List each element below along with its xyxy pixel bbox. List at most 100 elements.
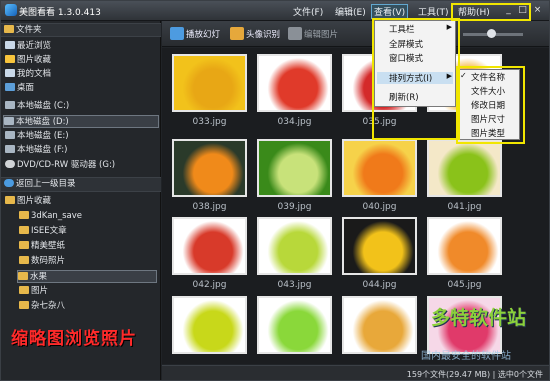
close-button[interactable]: × bbox=[532, 5, 543, 16]
drive-icon bbox=[5, 101, 15, 109]
thumbnail[interactable] bbox=[257, 139, 332, 197]
tree-item-isee[interactable]: ISEE文章 bbox=[19, 225, 67, 238]
thumbnail-label: 044.jpg bbox=[362, 280, 397, 290]
menu-file[interactable]: 文件(F) bbox=[293, 5, 323, 18]
sidebar-item-label: 本地磁盘 (C:) bbox=[17, 101, 70, 111]
sidebar-item-documents[interactable]: 我的文档 bbox=[5, 68, 51, 81]
fruit-photo bbox=[344, 219, 415, 273]
thumbnail[interactable] bbox=[342, 217, 417, 275]
tree-item-fruit[interactable]: 水果 bbox=[17, 270, 157, 283]
menu-edit[interactable]: 编辑(E) bbox=[335, 5, 366, 18]
thumbnail-label: 039.jpg bbox=[277, 202, 312, 212]
fruit-photo bbox=[174, 141, 245, 195]
sidebar-item-label: 图片收藏 bbox=[17, 55, 52, 65]
thumbnail[interactable] bbox=[257, 217, 332, 275]
star-icon bbox=[5, 55, 15, 63]
sidebar-item-favorites[interactable]: 图片收藏 bbox=[5, 54, 51, 67]
thumbnail[interactable] bbox=[427, 217, 502, 275]
tree-item-label: 杂七杂八 bbox=[31, 301, 66, 311]
status-bar: 159个文件(29.47 MB) | 选中0个文件 bbox=[162, 365, 549, 380]
tree-item-label: 水果 bbox=[30, 272, 48, 282]
sidebar-item-label: 本地磁盘 (D:) bbox=[16, 117, 69, 127]
sidebar-item-label: 本地磁盘 (F:) bbox=[17, 145, 68, 155]
zoom-slider-thumb[interactable] bbox=[487, 29, 496, 38]
tree-item-photos[interactable]: 数码照片 bbox=[19, 255, 65, 268]
face-icon bbox=[230, 27, 244, 40]
drive-icon bbox=[5, 131, 15, 139]
status-text: 159个文件(29.47 MB) | 选中0个文件 bbox=[406, 370, 543, 379]
slideshow-label: 播放幻灯 bbox=[186, 30, 221, 40]
menu-view[interactable]: 查看(V) bbox=[371, 4, 409, 19]
tree-item-3dkan[interactable]: 3dKan_save bbox=[19, 210, 82, 223]
sidebar-item-label: 我的文档 bbox=[17, 69, 52, 79]
up-directory-bar[interactable]: 返回上一级目录 bbox=[1, 177, 161, 192]
tree-item-favorites[interactable]: 图片收藏 bbox=[5, 195, 51, 208]
fruit-photo bbox=[344, 141, 415, 195]
caption-overlay: 缩略图浏览照片 bbox=[11, 329, 137, 349]
watermark-logo: 多特软件站 bbox=[431, 307, 527, 329]
fruit-photo bbox=[344, 298, 415, 352]
slideshow-icon bbox=[170, 27, 184, 40]
tree-item-label: 图片收藏 bbox=[17, 196, 52, 206]
sidebar-item-drive-c[interactable]: 本地磁盘 (C:) bbox=[5, 100, 69, 113]
highlight-box-submenu bbox=[456, 66, 525, 144]
tree-item-label: 数码照片 bbox=[31, 256, 66, 266]
folder-icon bbox=[19, 226, 29, 234]
folder-icon bbox=[4, 25, 14, 33]
folder-icon bbox=[19, 301, 29, 309]
sidebar-item-drive-d[interactable]: 本地磁盘 (D:) bbox=[3, 115, 159, 128]
tree-item-images[interactable]: 图片 bbox=[19, 285, 48, 298]
app-window: 美图看看 1.3.0.413 文件(F) 编辑(E) 查看(V) 工具(T) 帮… bbox=[0, 0, 550, 381]
thumbnail[interactable] bbox=[257, 296, 332, 354]
thumbnail-label: 042.jpg bbox=[192, 280, 227, 290]
dvd-icon bbox=[5, 160, 15, 168]
sidebar-item-label: 本地磁盘 (E:) bbox=[17, 131, 69, 141]
folder-icon bbox=[19, 211, 29, 219]
thumbnail-label: 040.jpg bbox=[362, 202, 397, 212]
tree-item-wallpaper[interactable]: 精美壁纸 bbox=[19, 240, 65, 253]
sidebar-item-recent[interactable]: 最近浏览 bbox=[5, 40, 51, 53]
back-arrow-icon bbox=[4, 179, 14, 187]
sidebar-item-label: 桌面 bbox=[17, 83, 35, 93]
edit-icon bbox=[288, 27, 302, 40]
desktop-icon bbox=[5, 83, 15, 91]
face-detect-button[interactable]: 头像识别 bbox=[230, 27, 280, 40]
fruit-photo bbox=[174, 219, 245, 273]
folder-panel-header: 文件夹 bbox=[1, 23, 161, 37]
up-directory-button[interactable]: 返回上一级目录 bbox=[4, 178, 76, 191]
app-title: 美图看看 1.3.0.413 bbox=[19, 8, 101, 18]
thumbnail[interactable] bbox=[342, 296, 417, 354]
sidebar-item-drive-e[interactable]: 本地磁盘 (E:) bbox=[5, 130, 69, 143]
thumbnail[interactable] bbox=[172, 296, 247, 354]
thumbnail-label: 034.jpg bbox=[277, 117, 312, 127]
thumbnail[interactable] bbox=[342, 139, 417, 197]
sidebar-item-drive-f[interactable]: 本地磁盘 (F:) bbox=[5, 144, 67, 157]
drive-icon bbox=[4, 117, 14, 125]
fruit-photo bbox=[259, 219, 330, 273]
fruit-photo bbox=[429, 219, 500, 273]
slideshow-button[interactable]: 播放幻灯 bbox=[170, 27, 220, 40]
thumbnail-label: 041.jpg bbox=[447, 202, 482, 212]
sidebar-item-desktop[interactable]: 桌面 bbox=[5, 82, 34, 95]
folder-header-label: 文件夹 bbox=[16, 25, 42, 35]
thumbnail[interactable] bbox=[172, 54, 247, 112]
thumbnail-label: 038.jpg bbox=[192, 202, 227, 212]
thumbnail-label: 033.jpg bbox=[192, 117, 227, 127]
folder-icon bbox=[19, 286, 29, 294]
sidebar-item-dvd[interactable]: DVD/CD-RW 驱动器 (G:) bbox=[5, 159, 115, 172]
tree-item-misc[interactable]: 杂七杂八 bbox=[19, 300, 65, 313]
thumbnail[interactable] bbox=[257, 54, 332, 112]
thumbnail-label: 045.jpg bbox=[447, 280, 482, 290]
folder-header-row: 文件夹 bbox=[4, 24, 42, 37]
menu-tools[interactable]: 工具(T) bbox=[418, 5, 449, 18]
fruit-photo bbox=[259, 56, 330, 110]
thumbnail[interactable] bbox=[172, 139, 247, 197]
watermark-subtitle: 国内最安全的软件站 bbox=[421, 351, 511, 362]
tree-item-label: 3dKan_save bbox=[31, 211, 82, 221]
folder-icon bbox=[19, 256, 29, 264]
thumbnail[interactable] bbox=[427, 139, 502, 197]
tree-item-label: ISEE文章 bbox=[31, 226, 67, 236]
thumbnail[interactable] bbox=[172, 217, 247, 275]
edit-image-button[interactable]: 编辑图片 bbox=[288, 27, 338, 40]
folder-icon bbox=[18, 272, 28, 280]
